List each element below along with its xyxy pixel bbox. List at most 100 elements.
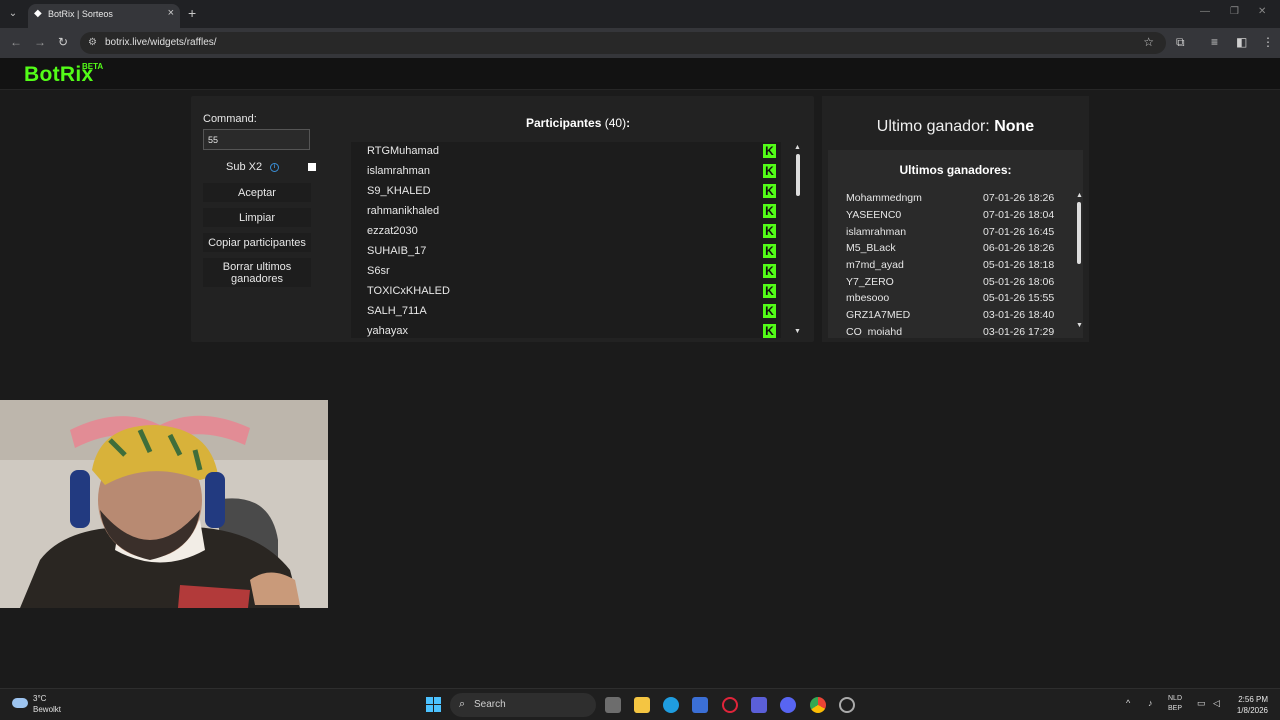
list-item: SUHAIB_17 K	[351, 242, 781, 262]
windows-taskbar: 3°C Bewolkt ⌕ Search ^ ♪ NLD BEP ▭ ◁ 2:56…	[0, 688, 1280, 720]
microphone-icon[interactable]: ♪	[1148, 698, 1153, 708]
address-bar[interactable]: ⚙ botrix.live/widgets/raffles/ ☆	[80, 32, 1166, 54]
recent-winners-box: Ultimos ganadores: Mohammedngm 07-01-26 1…	[828, 150, 1083, 338]
kick-icon: K	[763, 244, 776, 258]
close-tab-icon[interactable]: ×	[168, 7, 174, 19]
reload-icon[interactable]: ↻	[58, 35, 68, 49]
url-text[interactable]: botrix.live/widgets/raffles/	[105, 37, 217, 48]
scroll-down-icon[interactable]: ▼	[794, 328, 801, 335]
participants-heading: Participantes (40):	[526, 116, 630, 130]
store-icon[interactable]	[692, 697, 708, 713]
media-icon[interactable]: ≡	[1211, 35, 1218, 49]
maximize-icon[interactable]: ❐	[1230, 6, 1239, 17]
last-winner: Ultimo ganador: None	[822, 118, 1089, 136]
site-info-icon[interactable]: ⚙	[88, 37, 97, 48]
delete-winners-button[interactable]: Borrar ultimos ganadores	[203, 258, 311, 287]
weather-temperature[interactable]: 3°C	[33, 694, 46, 703]
scroll-thumb[interactable]	[1077, 202, 1081, 264]
list-item: ezzat2030 K	[351, 222, 781, 242]
lang-code: NLD	[1168, 695, 1183, 702]
list-item: rahmanikhaled K	[351, 202, 781, 222]
winner-name: Mohammedngm	[846, 192, 922, 204]
language-indicator[interactable]: NLD BEP	[1168, 694, 1182, 714]
winner-date: 07-01-26 18:04	[983, 209, 1055, 221]
back-icon[interactable]: ←	[10, 35, 22, 49]
copy-participants-button[interactable]: Copiar participantes	[203, 233, 311, 252]
list-item: SALH_711A K	[351, 302, 781, 322]
participant-name: S9_KHALED	[367, 185, 431, 197]
participants-scrollbar[interactable]: ▲ ▼	[794, 144, 802, 338]
clock-date: 1/8/2026	[1236, 706, 1268, 715]
participants-suffix: :	[626, 116, 631, 130]
sub-x2-checkbox[interactable]	[308, 163, 316, 171]
new-tab-icon[interactable]: +	[188, 5, 196, 21]
webcam-feed	[0, 400, 328, 608]
browser-tabbar: ⌄ ◆ BotRix | Sorteos × + — ❐ ✕	[0, 0, 1280, 28]
forward-icon[interactable]: →	[34, 35, 46, 49]
command-label: Command:	[203, 113, 257, 125]
participant-name: islamrahman	[367, 165, 430, 177]
tab-search-icon[interactable]: ⌄	[5, 6, 21, 22]
menu-icon[interactable]: ⋮	[1262, 35, 1274, 49]
clear-button[interactable]: Limpiar	[203, 208, 311, 227]
taskbar-search[interactable]: ⌕ Search	[450, 693, 596, 717]
task-view-icon[interactable]	[605, 697, 621, 713]
profile-icon[interactable]: ◧	[1236, 35, 1247, 49]
list-item: yahayax K	[351, 322, 781, 338]
bookmark-star-icon[interactable]: ☆	[1143, 35, 1154, 49]
participant-name: RTGMuhamad	[367, 145, 439, 157]
layout-code: BEP	[1168, 705, 1183, 712]
minimize-icon[interactable]: —	[1200, 6, 1210, 17]
show-hidden-icons[interactable]: ^	[1126, 698, 1130, 708]
kick-icon: K	[763, 304, 776, 318]
winner-date: 05-01-26 15:55	[983, 292, 1055, 304]
winner-name: CO_mojahd	[846, 326, 903, 335]
winner-date: 05-01-26 18:18	[983, 259, 1055, 271]
tab-title: BotRix | Sorteos	[48, 9, 113, 19]
cloud-icon[interactable]	[12, 698, 28, 708]
participant-name: rahmanikhaled	[367, 205, 440, 217]
table-row: islamrahman 07-01-26 16:45	[846, 226, 1066, 242]
windows-start-icon[interactable]	[426, 697, 442, 713]
winner-date: 07-01-26 18:26	[983, 192, 1055, 204]
list-item: islamrahman K	[351, 162, 781, 182]
system-clock[interactable]: 2:56 PM 1/8/2026	[1228, 694, 1268, 716]
scroll-thumb[interactable]	[796, 154, 800, 196]
scroll-down-icon[interactable]: ▼	[1076, 322, 1083, 329]
extensions-icon[interactable]: ⧉	[1176, 35, 1185, 50]
winner-name: GRZ1A7MED	[846, 309, 911, 321]
browser-toolbar: ← → ↻ ⚙ botrix.live/widgets/raffles/ ☆ ⧉…	[0, 28, 1280, 58]
discord-icon[interactable]	[780, 697, 796, 713]
participants-list[interactable]: RTGMuhamad K islamrahman K S9_KHALED K rahm…	[351, 142, 781, 338]
delete-winners-label-2: ganadores	[231, 272, 283, 285]
scroll-up-icon[interactable]: ▲	[794, 144, 801, 151]
browser-tab[interactable]: ◆ BotRix | Sorteos ×	[28, 4, 180, 28]
participants-label: Participantes	[526, 116, 602, 130]
winner-name: Y7_ZERO	[846, 276, 894, 288]
kick-icon: K	[763, 144, 776, 158]
volume-icon[interactable]: ◁	[1213, 698, 1220, 709]
info-icon[interactable]: i	[270, 163, 279, 172]
list-item: TOXICxKHALED K	[351, 282, 781, 302]
file-explorer-icon[interactable]	[634, 697, 650, 713]
kick-icon: K	[763, 164, 776, 178]
accept-button[interactable]: Aceptar	[203, 183, 311, 202]
search-placeholder: Search	[474, 699, 506, 710]
command-input[interactable]	[203, 129, 310, 150]
scroll-up-icon[interactable]: ▲	[1076, 192, 1083, 199]
site-header: BotRix BETA	[0, 58, 1280, 90]
winner-date: 05-01-26 18:06	[983, 276, 1055, 288]
close-window-icon[interactable]: ✕	[1258, 6, 1266, 17]
chrome-icon[interactable]	[810, 697, 826, 713]
settings-icon[interactable]	[839, 697, 855, 713]
clock-time: 2:56 PM	[1238, 695, 1268, 704]
recent-winners-list[interactable]: Mohammedngm 07-01-26 18:26 YASEENC0 07-01-…	[846, 192, 1066, 335]
network-icon[interactable]: ▭	[1197, 698, 1206, 709]
opera-icon[interactable]	[722, 697, 738, 713]
winner-date: 03-01-26 17:29	[983, 326, 1055, 335]
edge-icon[interactable]	[663, 697, 679, 713]
app-icon[interactable]	[751, 697, 767, 713]
participant-name: SALH_711A	[367, 305, 427, 317]
winners-scrollbar[interactable]: ▲ ▼	[1076, 192, 1083, 332]
weather-description[interactable]: Bewolkt	[33, 705, 61, 714]
